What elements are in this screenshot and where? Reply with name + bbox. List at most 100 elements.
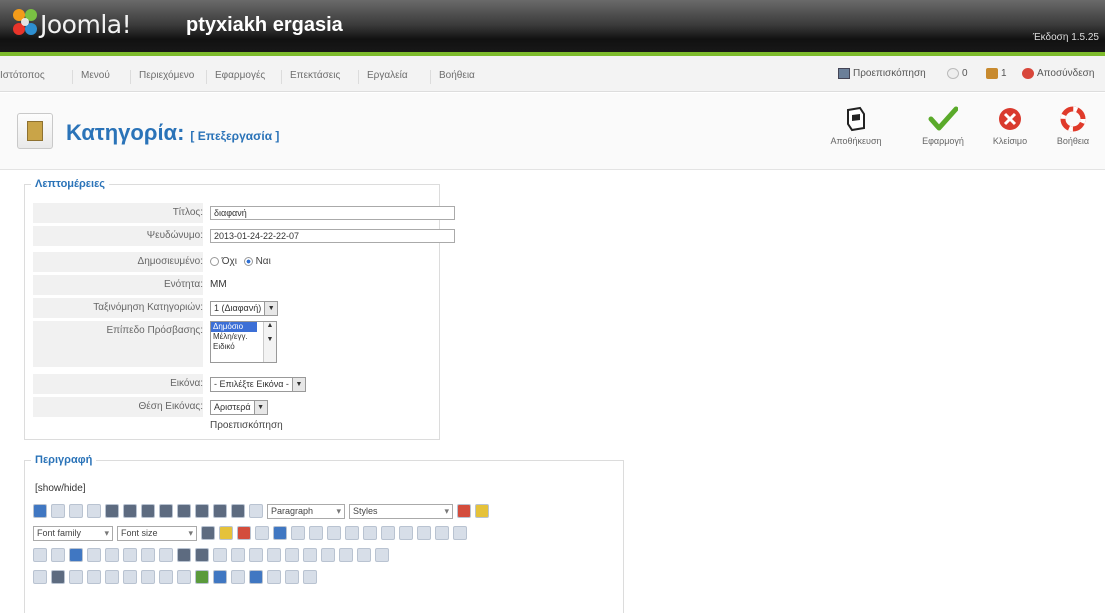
highlight-color-icon[interactable] (219, 526, 233, 540)
visual-aid-icon[interactable] (33, 570, 47, 584)
eraser-icon[interactable] (475, 504, 489, 518)
insert-col-icon[interactable] (321, 548, 335, 562)
strikethrough-icon[interactable] (159, 504, 173, 518)
lifebuoy-icon (1060, 106, 1086, 132)
search-icon[interactable] (309, 526, 323, 540)
delete-col-icon[interactable] (339, 548, 353, 562)
help-button[interactable]: Βοήθεια (1043, 106, 1103, 146)
font-family-select[interactable]: Font family ▾ (33, 525, 113, 541)
access-option-public[interactable]: Δημόσιο (211, 322, 257, 332)
chevron-down-icon: ▼ (291, 378, 305, 391)
horizontal-rule-icon[interactable] (453, 526, 467, 540)
listbox-scrollbar[interactable]: ▲ ▼ (263, 322, 276, 362)
page-break-icon[interactable] (231, 570, 245, 584)
rtl-icon[interactable] (51, 548, 65, 562)
published-no-radio[interactable] (210, 256, 219, 266)
insert-time-icon[interactable] (177, 570, 191, 584)
align-justify-icon[interactable] (231, 504, 245, 518)
align-left-icon[interactable] (177, 504, 191, 518)
format-select[interactable]: Paragraph ▾ (267, 503, 345, 519)
superscript-icon[interactable] (381, 526, 395, 540)
cut-icon[interactable] (237, 526, 251, 540)
split-cells-icon[interactable] (375, 548, 389, 562)
ordering-select[interactable]: 1 (Διαφανή) ▼ (210, 301, 279, 316)
cleanup-icon[interactable] (457, 504, 471, 518)
new-document-icon[interactable] (51, 504, 65, 518)
menu-item-components[interactable]: Εφαρμογές (206, 70, 265, 84)
published-yes-radio[interactable] (243, 256, 253, 266)
paragraph-icon[interactable] (51, 570, 65, 584)
insert-date-icon[interactable] (159, 570, 173, 584)
subscript-icon[interactable] (363, 526, 377, 540)
abbr-icon[interactable] (123, 570, 137, 584)
save-button[interactable]: Αποθήκευση (826, 106, 886, 146)
special-char-icon[interactable] (87, 570, 101, 584)
blockquote-icon[interactable] (249, 570, 263, 584)
menu-item-content[interactable]: Περιεχόμενο (130, 70, 194, 84)
image-position-select[interactable]: Αριστερά ▼ (210, 400, 268, 415)
code-icon[interactable] (159, 548, 173, 562)
style-props-icon[interactable] (285, 570, 299, 584)
paste-icon[interactable] (273, 526, 287, 540)
access-level-listbox[interactable]: Δημόσιο Μέλη/εγγ. Ειδικό ▲ ▼ (210, 321, 277, 363)
preview-link[interactable]: Προεπισκόπηση (838, 68, 926, 79)
menu-item-menus[interactable]: Μενού (72, 70, 110, 84)
link-icon[interactable] (69, 548, 83, 562)
font-size-select[interactable]: Font size ▾ (117, 525, 197, 541)
menu-item-site[interactable]: Ιστότοπος (0, 70, 45, 84)
delete-row-icon[interactable] (303, 548, 317, 562)
layer-icon[interactable] (267, 570, 281, 584)
insert-row-icon[interactable] (285, 548, 299, 562)
media-icon[interactable] (141, 548, 155, 562)
styles-select[interactable]: Styles ▾ (349, 503, 453, 519)
unlink-icon[interactable] (87, 548, 101, 562)
underline-icon[interactable] (435, 526, 449, 540)
fullscreen-icon[interactable] (195, 570, 209, 584)
align-center-icon[interactable] (195, 504, 209, 518)
print-icon[interactable] (177, 548, 191, 562)
logout-link[interactable]: Αποσύνδεση (1022, 68, 1094, 79)
users-count[interactable]: 1 (986, 68, 1007, 79)
bullet-list-icon[interactable] (327, 526, 341, 540)
published-no-label: Όχι (221, 256, 237, 267)
merge-cells-icon[interactable] (357, 548, 371, 562)
source-code-icon[interactable] (303, 570, 317, 584)
ltr-icon[interactable] (33, 548, 47, 562)
heading-icon[interactable] (249, 504, 263, 518)
italic-icon[interactable] (123, 504, 137, 518)
title-input[interactable] (210, 206, 455, 220)
menu-item-tools[interactable]: Εργαλεία (358, 70, 408, 84)
row-props-icon[interactable] (249, 548, 263, 562)
acronym-icon[interactable] (141, 570, 155, 584)
image-icon[interactable] (123, 548, 137, 562)
template-icon[interactable] (69, 570, 83, 584)
paste-word-icon[interactable] (291, 526, 305, 540)
bold-icon[interactable] (105, 504, 119, 518)
replace-icon[interactable] (213, 548, 227, 562)
menu-item-help[interactable]: Βοήθεια (430, 70, 475, 84)
apply-button[interactable]: Εφαρμογή (913, 106, 973, 146)
preview-icon[interactable] (213, 570, 227, 584)
redo-icon[interactable] (87, 504, 101, 518)
show-hide-toggle[interactable]: [show/hide] (35, 483, 86, 494)
messages-count[interactable]: 0 (947, 68, 968, 79)
undo-icon[interactable] (69, 504, 83, 518)
numbered-list-icon[interactable] (345, 526, 359, 540)
align-right-icon[interactable] (213, 504, 227, 518)
alias-input[interactable] (210, 229, 455, 243)
emoticon-icon[interactable] (105, 570, 119, 584)
underline-icon[interactable] (141, 504, 155, 518)
close-button[interactable]: Κλείσιμο (980, 106, 1040, 146)
anchor-icon[interactable] (105, 548, 119, 562)
menu-item-extensions[interactable]: Επεκτάσεις (281, 70, 340, 84)
copy-icon[interactable] (255, 526, 269, 540)
indent-icon[interactable] (417, 526, 431, 540)
section-row: Ενότητα: MM (33, 275, 453, 295)
outdent-icon[interactable] (399, 526, 413, 540)
table-icon[interactable] (231, 548, 245, 562)
text-color-icon[interactable] (201, 526, 215, 540)
help-icon[interactable] (33, 504, 47, 518)
cell-props-icon[interactable] (267, 548, 281, 562)
find-icon[interactable] (195, 548, 209, 562)
image-select[interactable]: - Επιλέξτε Εικόνα - ▼ (210, 377, 306, 392)
